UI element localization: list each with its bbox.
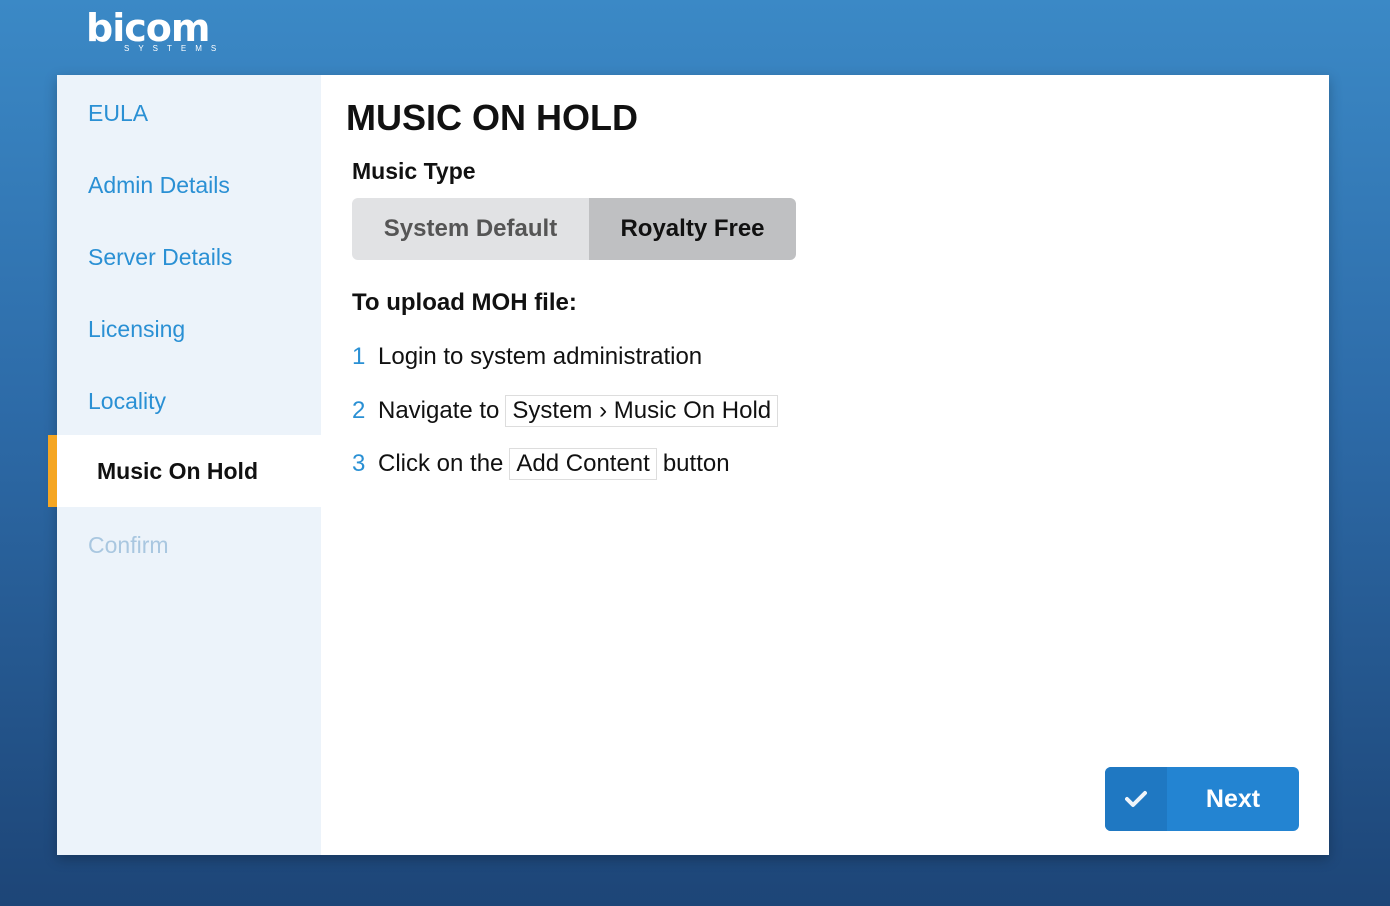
sidebar-item-confirm: Confirm	[88, 532, 169, 558]
upload-heading: To upload MOH file:	[352, 289, 577, 316]
step-1: 1 Login to system administration	[352, 343, 702, 371]
bicom-logo: bicom SYSTEMS	[86, 6, 226, 53]
step-text: Login to system administration	[378, 343, 703, 370]
sidebar-item-eula[interactable]: EULA	[57, 77, 321, 149]
music-type-label: Music Type	[352, 158, 476, 184]
sidebar-item-licensing[interactable]: Licensing	[57, 293, 321, 365]
step-number: 2	[352, 397, 366, 424]
sidebar-item-server-details[interactable]: Server Details	[57, 221, 321, 293]
step-number: 1	[352, 343, 366, 370]
sidebar-item-music-on-hold[interactable]: Music On Hold	[48, 435, 321, 507]
sidebar-item-admin-details[interactable]: Admin Details	[57, 149, 321, 221]
next-button[interactable]: Next	[1105, 767, 1299, 831]
page-title: MUSIC ON HOLD	[346, 97, 638, 138]
add-content-chip: Add Content	[509, 448, 657, 480]
check-icon	[1105, 767, 1167, 831]
step-3: 3 Click on the Add Content button	[352, 448, 730, 480]
option-royalty-free[interactable]: Royalty Free	[589, 198, 796, 260]
wizard-card: EULA Admin Details Server Details Licens…	[48, 75, 1329, 855]
step-text-post: button	[662, 450, 730, 477]
step-text: Navigate to	[378, 397, 500, 424]
menu-path-chip: System › Music On Hold	[505, 395, 779, 427]
option-system-default[interactable]: System Default	[352, 198, 589, 260]
step-number: 3	[352, 450, 366, 477]
wizard-sidebar: EULA Admin Details Server Details Licens…	[48, 75, 321, 855]
next-label: Next	[1205, 784, 1261, 813]
step-text: Click on the	[378, 450, 504, 477]
step-2: 2 Navigate to System › Music On Hold	[352, 395, 784, 427]
music-type-toggle: System Default Royalty Free	[352, 198, 796, 260]
sidebar-item-locality[interactable]: Locality	[57, 365, 321, 437]
